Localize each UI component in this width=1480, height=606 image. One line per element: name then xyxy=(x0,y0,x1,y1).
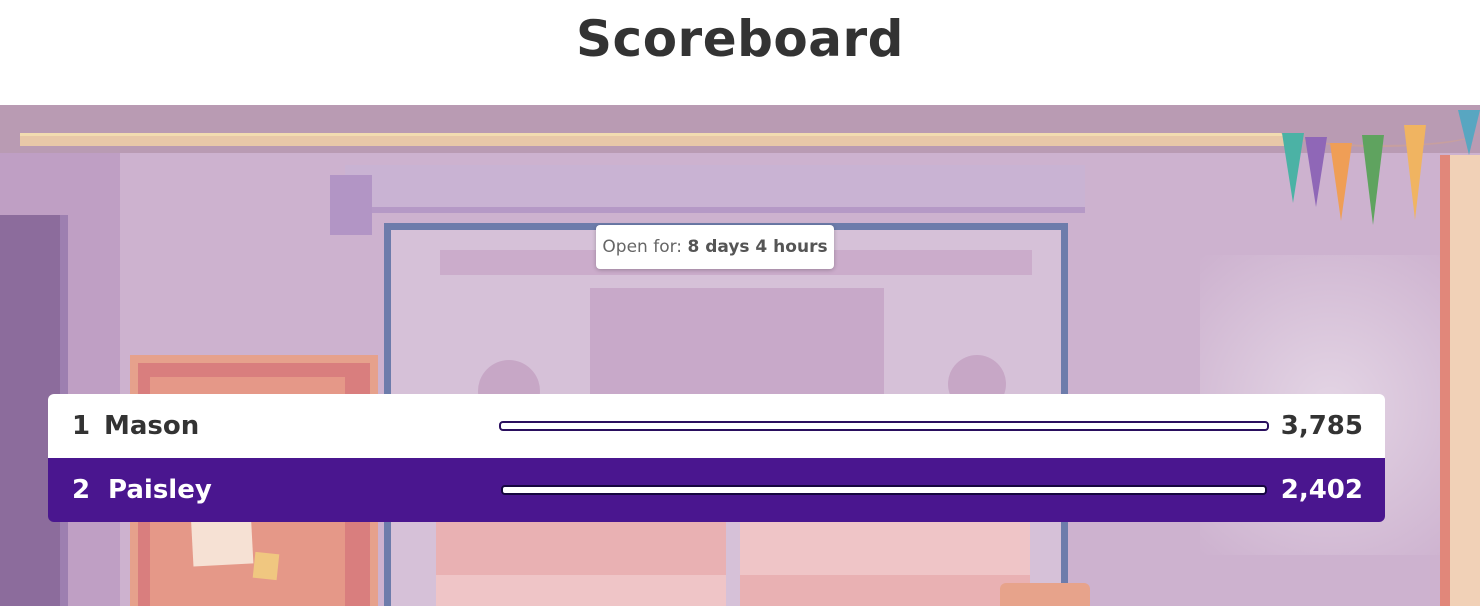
player-name: Mason xyxy=(104,411,200,441)
rank: 1 xyxy=(72,411,91,441)
bunting-flag-icon xyxy=(1458,110,1480,155)
classroom-background xyxy=(0,105,1480,606)
timer-value: 8 days 4 hours xyxy=(687,237,828,257)
bunting-flag-icon xyxy=(1282,133,1304,203)
bunting-flag-icon xyxy=(1305,137,1327,207)
score-progress-bar xyxy=(499,421,1269,431)
player-score: 3,785 xyxy=(1280,411,1363,441)
player-score: 2,402 xyxy=(1280,475,1363,505)
bunting-flag-icon xyxy=(1330,143,1352,221)
leaderboard: 1 Mason 3,785 2 Paisley 2,402 xyxy=(48,394,1385,522)
page-title: Scoreboard xyxy=(576,10,904,68)
score-progress-bar xyxy=(501,485,1267,495)
timer-label: Open for: xyxy=(602,237,683,257)
leaderboard-row: 1 Mason 3,785 xyxy=(48,394,1385,458)
bunting-flag-icon xyxy=(1362,135,1384,225)
leaderboard-row-highlighted: 2 Paisley 2,402 xyxy=(48,458,1385,522)
bunting-flag-icon xyxy=(1404,125,1426,220)
rank: 2 xyxy=(72,475,91,505)
open-timer: Open for: 8 days 4 hours xyxy=(596,225,834,269)
player-name: Paisley xyxy=(108,475,212,505)
header: Scoreboard xyxy=(0,0,1480,105)
